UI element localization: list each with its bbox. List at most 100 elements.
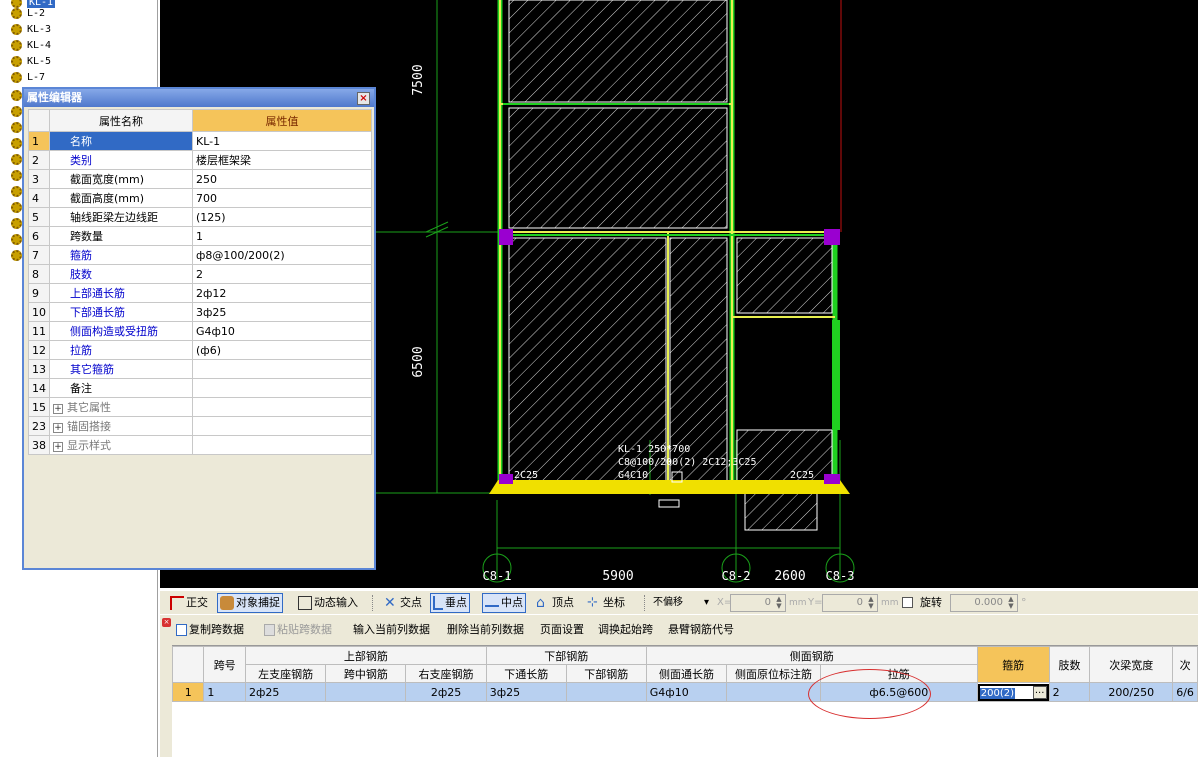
offset-mode-select[interactable]: 不偏移 ▾ <box>650 594 712 612</box>
intersection-snap-button[interactable]: ✕ 交点 <box>382 593 424 613</box>
property-row[interactable]: 9 上部通长筋 2ф12 <box>28 283 372 303</box>
beam-component-icon[interactable] <box>11 106 22 117</box>
cell-bottom-through[interactable]: 3ф25 <box>485 682 567 702</box>
property-row[interactable]: 11 侧面构造或受扭筋 G4ф10 <box>28 321 372 341</box>
swap-start-span-button[interactable]: 调换起始跨 <box>598 619 653 641</box>
dynamic-input-button[interactable]: 动态输入 <box>296 593 360 613</box>
red-ellipse-annotation <box>808 669 931 719</box>
property-table: 属性名称 属性值 1 名称 KL-1 2 类别 楼层框架梁 3 截面宽度(mm) 250 4… <box>28 109 372 455</box>
stirrup-edit-input[interactable]: 200(2)... <box>978 683 1049 701</box>
delete-column-button[interactable]: 删除当前列数据 <box>447 619 524 641</box>
table-row[interactable]: 1 1 2ф25 2ф25 3ф25 G4ф10 ф6.5@600 200(2)… <box>171 682 1198 702</box>
beam-component-icon[interactable] <box>11 154 22 165</box>
cell-mid-span[interactable] <box>325 682 407 702</box>
spinner-icon[interactable]: ▲ ▼ <box>866 596 876 610</box>
rebar-label-right: 2C25 <box>790 470 814 481</box>
property-row[interactable]: 10 下部通长筋 3ф25 <box>28 302 372 322</box>
header-next: 次 <box>1172 646 1198 683</box>
input-column-button[interactable]: 输入当前列数据 <box>353 619 430 641</box>
cell-side-original[interactable] <box>726 682 821 702</box>
property-row[interactable]: 3 截面宽度(mm) 250 <box>28 169 372 189</box>
cell-legs[interactable]: 2 <box>1048 682 1091 702</box>
page-setup-button[interactable]: 页面设置 <box>540 619 584 641</box>
cantilever-code-button[interactable]: 悬臂钢筋代号 <box>668 619 734 641</box>
property-row[interactable]: 12 拉筋 (ф6) <box>28 340 372 360</box>
expand-icon[interactable]: + <box>53 423 63 433</box>
expand-icon[interactable]: + <box>53 442 63 452</box>
header-stirrup: 箍筋 <box>976 646 1050 683</box>
osnap-button[interactable]: 对象捕捉 <box>217 593 283 613</box>
property-row[interactable]: 1 名称 KL-1 <box>28 131 372 151</box>
dropdown-arrow-icon: ▾ <box>703 597 709 608</box>
subheader-mid-span: 跨中钢筋 <box>325 664 407 683</box>
property-group-row[interactable]: 38 + 显示样式 <box>28 435 372 455</box>
subheader-bottom-rebar: 下部钢筋 <box>565 664 647 683</box>
tree-item[interactable]: L-2 <box>11 6 45 22</box>
tree-item[interactable]: KL-5 <box>11 54 51 70</box>
beam-annotation-line2: C8@100/200(2) 2C12;3C25 <box>618 457 756 468</box>
spinner-icon[interactable]: ▲ ▼ <box>1006 596 1016 610</box>
cell-left-support[interactable]: 2ф25 <box>244 682 327 702</box>
beam-component-icon[interactable] <box>11 218 22 229</box>
property-editor-panel[interactable]: 属性编辑器 × 属性名称 属性值 1 名称 KL-1 2 类别 楼层框架梁 3 截面宽度(… <box>22 87 376 570</box>
rotate-angle-input[interactable]: 0.000 ▲ ▼ <box>950 594 1018 612</box>
cell-bottom-rebar[interactable] <box>565 682 647 702</box>
ellipsis-icon[interactable]: ... <box>1032 685 1047 699</box>
subheader-right-support: 右支座钢筋 <box>405 664 487 683</box>
y-coordinate-input[interactable]: 0 ▲ ▼ <box>822 594 878 612</box>
property-row[interactable]: 8 肢数 2 <box>28 264 372 284</box>
subheader-side-through: 侧面通长筋 <box>645 664 728 683</box>
beam-component-icon[interactable] <box>11 90 22 101</box>
rotate-checkbox[interactable] <box>902 597 913 608</box>
cell-sec-beam-width[interactable]: 200/250 <box>1089 682 1174 702</box>
intersection-icon: ✕ <box>384 595 396 611</box>
span-editor-panel: 复制跨数据 粘贴跨数据 输入当前列数据 删除当前列数据 页面设置 调换起始跨 悬… <box>160 615 1198 757</box>
beam-component-icon[interactable] <box>11 122 22 133</box>
midpoint-snap-button[interactable]: 中点 <box>482 593 526 613</box>
property-editor-title[interactable]: 属性编辑器 <box>24 89 374 107</box>
property-row[interactable]: 5 轴线距梁左边线距 (125) <box>28 207 372 227</box>
tree-item[interactable]: KL-4 <box>11 38 51 54</box>
beam-component-icon[interactable] <box>11 186 22 197</box>
beam-component-icon <box>11 23 22 35</box>
coordinate-snap-button[interactable]: ⊹ 坐标 <box>585 593 627 613</box>
ortho-button[interactable]: 正交 <box>168 593 210 613</box>
property-group-row[interactable]: 23 + 锚固搭接 <box>28 416 372 436</box>
beam-component-icon <box>11 71 22 83</box>
property-group-row[interactable]: 15 + 其它属性 <box>28 397 372 417</box>
close-icon[interactable]: × <box>357 92 370 105</box>
vertex-snap-button[interactable]: ⌂ 顶点 <box>534 593 576 613</box>
perpendicular-snap-button[interactable]: 垂点 <box>430 593 470 613</box>
spinner-icon[interactable]: ▲ ▼ <box>774 596 784 610</box>
property-row[interactable]: 7 箍筋 ф8@100/200(2) <box>28 245 372 265</box>
coordinate-icon: ⊹ <box>587 595 598 610</box>
col-header-value: 属性值 <box>192 109 372 132</box>
cell-next[interactable]: 6/6 <box>1172 682 1198 702</box>
tree-item[interactable]: KL-3 <box>11 22 51 38</box>
beam-component-icon[interactable] <box>11 234 22 245</box>
span-table: 跨号 上部钢筋 下部钢筋 侧面钢筋 箍筋 肢数 次梁宽度 次 左支座钢筋 跨中钢… <box>171 646 1198 702</box>
expand-icon[interactable]: + <box>53 404 63 414</box>
cell-right-support[interactable]: 2ф25 <box>405 682 487 702</box>
cell-span[interactable]: 1 <box>203 682 246 702</box>
close-panel-icon[interactable]: × <box>162 618 171 627</box>
paste-span-button[interactable]: 粘贴跨数据 <box>264 619 332 641</box>
property-row[interactable]: 2 类别 楼层框架梁 <box>28 150 372 170</box>
property-row[interactable]: 4 截面高度(mm) 700 <box>28 188 372 208</box>
beam-component-icon[interactable] <box>11 202 22 213</box>
beam-component-icon[interactable] <box>11 170 22 181</box>
snap-toolbar: 正交 对象捕捉 动态输入 ✕ 交点 垂点 中点 ⌂ 顶点 ⊹ 坐标 不偏移 ▾ X= 0… <box>160 590 1198 614</box>
tree-item[interactable]: L-7 <box>11 70 45 86</box>
beam-component-icon[interactable] <box>11 250 22 261</box>
cell-stirrup[interactable]: 200(2)... <box>976 682 1050 702</box>
dim-span1: 5900 <box>602 569 633 584</box>
beam-component-icon[interactable] <box>11 138 22 149</box>
axis-label: C8-2 <box>722 569 751 583</box>
property-row[interactable]: 6 跨数量 1 <box>28 226 372 246</box>
property-row[interactable]: 13 其它箍筋 <box>28 359 372 379</box>
x-coordinate-input[interactable]: 0 ▲ ▼ <box>730 594 786 612</box>
header-top-rebar: 上部钢筋 <box>244 646 487 665</box>
copy-span-button[interactable]: 复制跨数据 <box>176 619 244 641</box>
cell-side-through[interactable]: G4ф10 <box>645 682 728 702</box>
property-row[interactable]: 14 备注 <box>28 378 372 398</box>
